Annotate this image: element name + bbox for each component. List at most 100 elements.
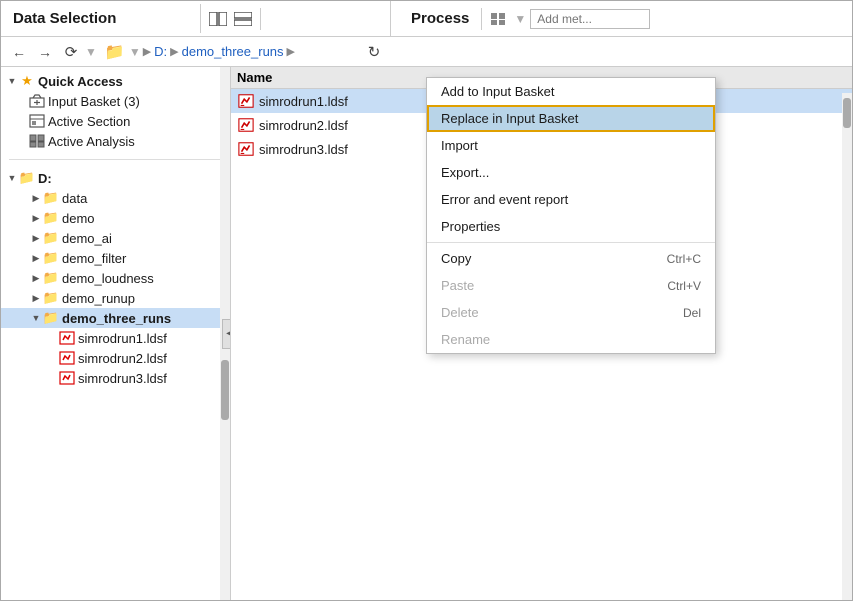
process-icon[interactable] <box>488 8 510 30</box>
folder-demo-ai-expander: ▶ <box>29 231 43 245</box>
folder-demo-runup-expander: ▶ <box>29 291 43 305</box>
quick-access-expander: ▼ <box>5 74 19 88</box>
simrodrun3-tree-label: simrodrun3.ldsf <box>78 371 167 386</box>
right-panel-scroll-thumb[interactable] <box>843 98 851 128</box>
simrodrun1-tree-label: simrodrun1.ldsf <box>78 331 167 346</box>
folder-demo-ai[interactable]: ▶ 📁 demo_ai <box>1 228 230 248</box>
ctx-delete[interactable]: Delete Del <box>427 299 715 326</box>
folder-demo[interactable]: ▶ 📁 demo <box>1 208 230 228</box>
input-basket-label: Input Basket (3) <box>48 94 140 109</box>
ctx-export-label: Export... <box>441 165 489 180</box>
input-basket-icon <box>29 93 45 109</box>
folder-demo-loudness-label: demo_loudness <box>62 271 154 286</box>
folder-data-icon: 📁 <box>43 190 59 206</box>
ctx-delete-label: Delete <box>441 305 479 320</box>
ctx-add-to-basket[interactable]: Add to Input Basket <box>427 78 715 105</box>
folder-demo-filter-label: demo_filter <box>62 251 126 266</box>
process-bar-right: ▼ <box>481 8 656 30</box>
ctx-copy-shortcut: Ctrl+C <box>667 252 701 266</box>
folder-data[interactable]: ▶ 📁 data <box>1 188 230 208</box>
folder-demo-expander: ▶ <box>29 211 43 225</box>
ctx-copy[interactable]: Copy Ctrl+C <box>427 245 715 272</box>
ctx-properties[interactable]: Properties <box>427 213 715 240</box>
refresh-button[interactable]: ↻ <box>362 40 386 64</box>
simrodrun1-icon <box>59 330 75 346</box>
breadcrumb-folder[interactable]: demo_three_runs <box>182 44 284 59</box>
simrodrun2-tree-label: simrodrun2.ldsf <box>78 351 167 366</box>
history-button[interactable]: ⟳ <box>59 40 83 64</box>
back-button[interactable]: ← <box>7 40 31 64</box>
folder-demo-loudness-expander: ▶ <box>29 271 43 285</box>
ctx-add-to-basket-label: Add to Input Basket <box>441 84 554 99</box>
forward-button[interactable]: → <box>33 40 57 64</box>
file-name-1: simrodrun2.ldsf <box>259 118 348 133</box>
folder-demo-three-runs[interactable]: ▼ 📁 demo_three_runs <box>1 308 230 328</box>
drive-expander: ▼ <box>5 171 19 185</box>
right-panel: Name simrodrun1.ldsf <box>231 67 852 600</box>
add-meta-input[interactable] <box>530 9 650 29</box>
right-panel-scrollbar[interactable] <box>842 93 852 600</box>
ctx-paste-shortcut: Ctrl+V <box>667 279 701 293</box>
drive-label: D: <box>38 171 52 186</box>
folder-demo-runup[interactable]: ▶ 📁 demo_runup <box>1 288 230 308</box>
folder-data-expander: ▶ <box>29 191 43 205</box>
ctx-import[interactable]: Import <box>427 132 715 159</box>
quick-access-section: ▼ ★ Quick Access Input Basket (3) <box>1 67 230 155</box>
context-menu[interactable]: Add to Input Basket Replace in Input Bas… <box>426 77 716 354</box>
folder-demo-loudness[interactable]: ▶ 📁 demo_loudness <box>1 268 230 288</box>
folder-demo-ai-icon: 📁 <box>43 230 59 246</box>
file-icon-2 <box>237 140 255 158</box>
simrodrun2-expander <box>45 351 59 365</box>
ctx-rename[interactable]: Rename <box>427 326 715 353</box>
sep3: ▶ <box>287 45 295 58</box>
folder-demo-label: demo <box>62 211 95 226</box>
file-icon-0 <box>237 92 255 110</box>
ctx-error-report[interactable]: Error and event report <box>427 186 715 213</box>
ctx-replace-in-basket[interactable]: Replace in Input Basket <box>427 105 715 132</box>
folder-demo-filter-expander: ▶ <box>29 251 43 265</box>
tree-file-simrodrun1[interactable]: simrodrun1.ldsf <box>1 328 230 348</box>
file-name-2: simrodrun3.ldsf <box>259 142 348 157</box>
ctx-delete-shortcut: Del <box>683 306 701 320</box>
folder-demo-icon: 📁 <box>43 210 59 226</box>
tree-file-simrodrun2[interactable]: simrodrun2.ldsf <box>1 348 230 368</box>
split-view-icon1[interactable] <box>207 8 229 30</box>
folder-dropdown-arrow[interactable]: ▼ <box>129 45 141 59</box>
folder-demo-filter[interactable]: ▶ 📁 demo_filter <box>1 248 230 268</box>
simrodrun2-icon <box>59 350 75 366</box>
quick-access-header[interactable]: ▼ ★ Quick Access <box>1 71 230 91</box>
history-dropdown[interactable]: ▼ <box>85 45 97 59</box>
ctx-rename-label: Rename <box>441 332 490 347</box>
ctx-copy-label: Copy <box>441 251 471 266</box>
collapse-panel-arrow[interactable]: ◀ <box>222 319 231 349</box>
main-content: ▼ ★ Quick Access Input Basket (3) <box>1 67 852 600</box>
folder-demo-filter-icon: 📁 <box>43 250 59 266</box>
simrodrun1-expander <box>45 331 59 345</box>
top-bar-right: Process ▼ <box>391 1 852 36</box>
folder-demo-loudness-icon: 📁 <box>43 270 59 286</box>
ctx-export[interactable]: Export... <box>427 159 715 186</box>
tree-file-simrodrun3[interactable]: simrodrun3.ldsf <box>1 368 230 388</box>
active-section-label: Active Section <box>48 114 130 129</box>
folder-demo-three-runs-icon: 📁 <box>43 310 59 326</box>
breadcrumb-path: ▶ D: ▶ demo_three_runs ▶ <box>143 44 295 59</box>
folder-breadcrumb-icon: 📁 <box>105 42 125 62</box>
active-section-item[interactable]: Active Section <box>1 111 230 131</box>
drive-section: ▼ 📁 D: ▶ 📁 data ▶ 📁 demo ▶ 📁 de <box>1 164 230 392</box>
folder-demo-runup-icon: 📁 <box>43 290 59 306</box>
drive-root[interactable]: ▼ 📁 D: <box>1 168 230 188</box>
ctx-paste[interactable]: Paste Ctrl+V <box>427 272 715 299</box>
left-panel-scroll-thumb[interactable] <box>221 360 229 420</box>
split-view-icon2[interactable] <box>232 8 254 30</box>
sep1: ▶ <box>143 45 151 58</box>
top-bar-left: Data Selection <box>1 1 391 36</box>
ctx-paste-label: Paste <box>441 278 474 293</box>
process-title: Process <box>399 4 481 33</box>
folder-demo-runup-label: demo_runup <box>62 291 135 306</box>
active-analysis-item[interactable]: Active Analysis <box>1 131 230 151</box>
left-panel: ▼ ★ Quick Access Input Basket (3) <box>1 67 231 600</box>
input-basket-item[interactable]: Input Basket (3) <box>1 91 230 111</box>
ctx-error-report-label: Error and event report <box>441 192 568 207</box>
tree-separator <box>9 159 222 160</box>
breadcrumb-drive[interactable]: D: <box>154 44 167 59</box>
